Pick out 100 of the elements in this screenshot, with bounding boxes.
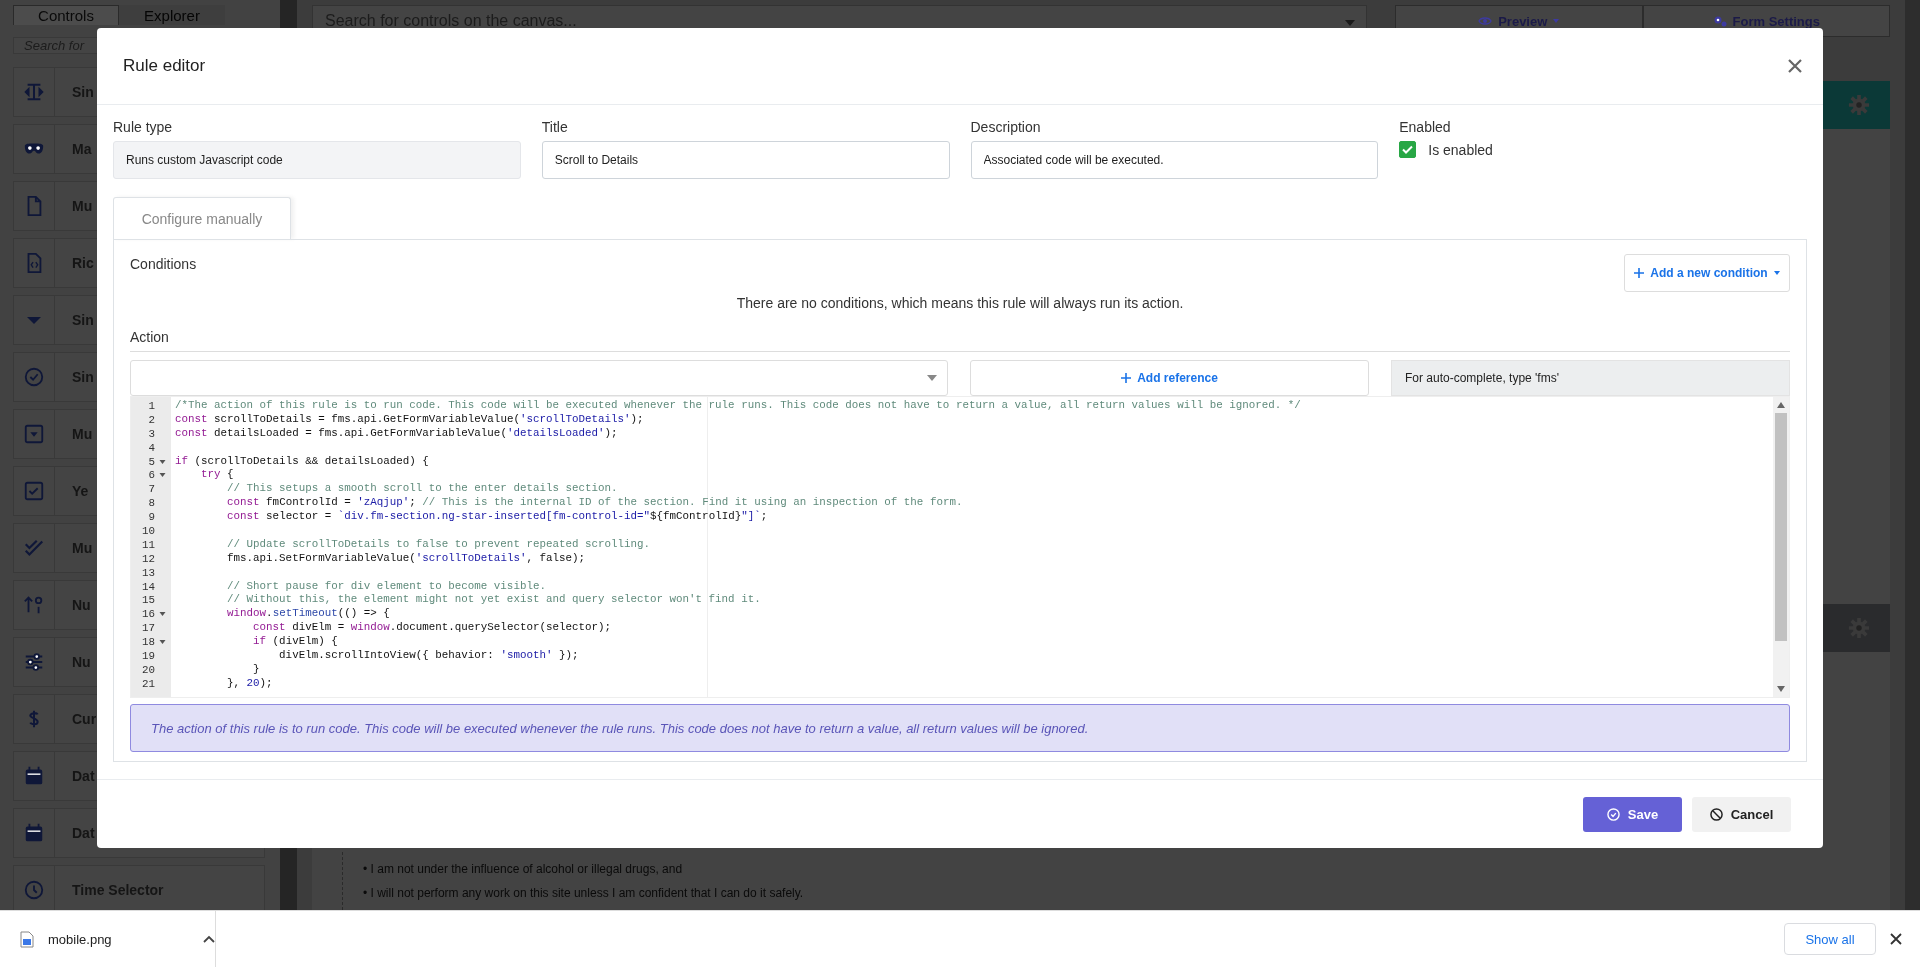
field-label: Title [541, 119, 569, 135]
image-file-icon [20, 930, 34, 948]
caret-down-icon [1773, 271, 1780, 275]
gears-icon [1712, 15, 1727, 27]
caret-down-icon [1345, 20, 1355, 26]
code-line: }, 20); [226, 676, 273, 689]
text-field-icon [23, 81, 45, 103]
line-number: 19 [142, 649, 156, 662]
code-line: const detailsLoaded = fms.api.GetFormVariableValue('detailsLoaded'); [175, 426, 618, 439]
sidebar-tab[interactable]: Controls [13, 5, 119, 25]
input-field[interactable]: Scroll to Details [541, 141, 950, 179]
code-line: window.setTimeout(() => { [226, 607, 390, 620]
cancel-button[interactable]: Cancel [1692, 796, 1791, 832]
calendar-icon [23, 822, 45, 844]
fold-arrow-icon[interactable] [158, 458, 167, 465]
sliders-icon [23, 651, 45, 673]
fold-arrow-icon[interactable] [158, 639, 167, 646]
dialog-title: Rule editor [123, 56, 206, 76]
gear-icon [1848, 617, 1870, 639]
code-line: const selector = `div.fm-section.ng-star-inserted[fm-control-id="${fmControlId}"]`; [226, 510, 768, 523]
check-circle-icon [1606, 807, 1620, 821]
double-check-icon [23, 537, 45, 559]
section-heading: Conditions [130, 256, 197, 272]
code-line: // Update scrollToDetails to false to prevent repeated scrolling. [226, 537, 651, 550]
hint-text: For auto-complete, type 'fms' [1391, 360, 1790, 396]
code-line: try { [200, 468, 234, 481]
line-number: 18 [142, 636, 156, 649]
tab[interactable]: Configure manually [113, 197, 291, 239]
line-number: 21 [142, 677, 156, 690]
code-line: /*The action of this rule is to run code. This code will be executed whenever the rule runs. This code does not have to return a value, all return values will be ignored. */ [175, 399, 1301, 411]
sort-numeric-icon [23, 594, 45, 616]
info-message: The action of this rule is to run code. This code will be executed whenever the rule runs. This code does not have to return a value, all return values will be ignored. [130, 704, 1790, 752]
checkbox-label: Is enabled [1428, 141, 1493, 158]
caret-down-icon [1553, 19, 1560, 23]
show-all-button[interactable]: Show all [1784, 923, 1876, 955]
line-number: 2 [148, 413, 156, 426]
line-number: 10 [142, 524, 156, 537]
line-number: 9 [148, 511, 156, 524]
field-label: Description [970, 119, 1042, 135]
close-icon[interactable] [1787, 58, 1803, 74]
code-line: const fmControlId = 'zAqjup'; // This is the internal ID of the section. Find it using an inspection of the form. [226, 496, 963, 509]
field-label: Enabled [1399, 119, 1452, 135]
gear-icon [1848, 94, 1870, 116]
code-editor[interactable] [130, 396, 1790, 698]
code-line: // Short pause for div element to become visible. [226, 579, 546, 592]
input-field[interactable]: Associated code will be executed. [970, 141, 1379, 179]
section-heading: Action [130, 329, 1790, 352]
eye-icon [1478, 16, 1493, 26]
line-number: 12 [142, 552, 156, 565]
check-circle-icon [23, 366, 45, 388]
line-number: 17 [142, 622, 156, 635]
input-field[interactable]: Runs custom Javascript code [113, 141, 521, 179]
code-line: // This setups a smooth scroll to the enter details section. [226, 482, 618, 495]
code-line: divElm.scrollIntoView({ behavior: 'smooth' }); [278, 649, 579, 662]
code-line: const divElm = window.document.querySelector(selector); [252, 621, 611, 634]
field-label: Rule type [113, 119, 174, 135]
checkbox[interactable] [1399, 141, 1417, 158]
line-number: 1 [148, 399, 156, 412]
code-line: fms.api.SetFormVariableValue('scrollToDetails', false); [226, 551, 585, 564]
chevron-up-icon[interactable] [203, 935, 215, 943]
code-line: // Without this, the element might not yet exist and query selector won't find it. [226, 593, 761, 606]
add-reference-button[interactable]: Add reference [970, 360, 1369, 396]
code-line: } [252, 662, 260, 675]
plus-icon [1121, 373, 1132, 383]
save-button[interactable]: Save [1583, 796, 1682, 832]
line-number: 16 [142, 608, 156, 621]
line-number: 6 [148, 469, 156, 482]
code-line: if (scrollToDetails && detailsLoaded) { [175, 454, 429, 467]
arrow-up-icon [1777, 402, 1785, 408]
line-number: 15 [142, 594, 156, 607]
clock-icon [23, 879, 45, 901]
fold-arrow-icon[interactable] [158, 611, 167, 618]
add-condition-button[interactable]: Add a new condition [1624, 254, 1790, 292]
line-number: 8 [148, 497, 156, 510]
line-number: 11 [142, 538, 156, 551]
scrollbar[interactable] [1773, 397, 1789, 697]
line-number: 13 [142, 566, 156, 579]
code-line: const scrollToDetails = fms.api.GetFormVariableValue('scrollToDetails'); [175, 412, 644, 425]
calendar-icon [23, 765, 45, 787]
line-number: 7 [148, 483, 156, 496]
line-number: 14 [142, 580, 156, 593]
fold-arrow-icon[interactable] [158, 472, 167, 479]
code-line: if (divElm) { [252, 635, 338, 648]
line-number: 5 [148, 455, 156, 468]
arrow-down-icon [1777, 686, 1785, 692]
checkbox-icon [23, 480, 45, 502]
line-number: 20 [142, 663, 156, 676]
close-icon[interactable] [1890, 933, 1902, 945]
file-name[interactable]: mobile.png [48, 931, 112, 947]
select-field[interactable] [130, 360, 948, 396]
check-icon [1402, 145, 1414, 154]
scrollbar[interactable] [1905, 0, 1920, 910]
empty-message: There are no conditions, which means this rule will always run its action. [735, 295, 1185, 311]
line-number: 3 [148, 427, 156, 440]
line-number: 4 [148, 441, 156, 454]
ban-icon [1709, 807, 1723, 821]
dropdown-box-icon [23, 423, 45, 445]
plus-icon [1634, 268, 1645, 278]
caret-down-icon [27, 316, 41, 324]
caret-down-icon [927, 375, 937, 381]
